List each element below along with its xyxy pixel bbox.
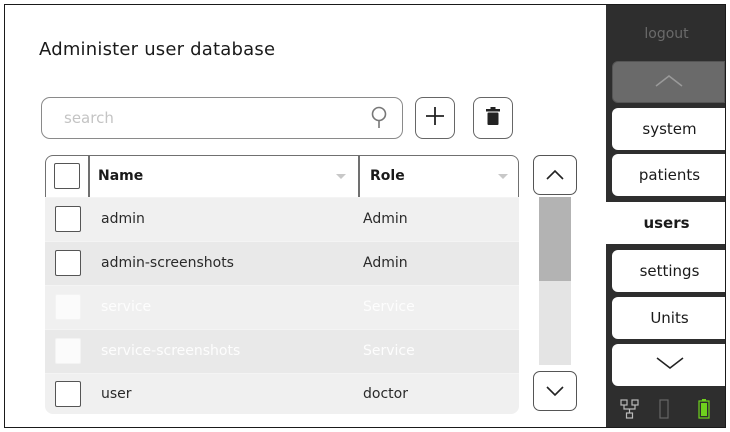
table-row: service Service <box>45 285 519 330</box>
user-name: admin-screenshots <box>101 255 234 271</box>
scroll-down-button[interactable] <box>533 371 577 411</box>
user-table: Name Role admin Admin admin-screenshots … <box>45 155 519 414</box>
delete-user-button[interactable] <box>473 97 513 139</box>
sidebar-item-patients[interactable]: patients <box>612 154 725 196</box>
sidebar: logout system patients users settings Un… <box>606 5 725 427</box>
search-input[interactable]: search <box>41 97 403 139</box>
user-role: Service <box>363 343 415 359</box>
chevron-up-icon <box>654 73 684 92</box>
sidebar-item-users[interactable]: users <box>606 202 725 244</box>
page-title: Administer user database <box>39 39 276 60</box>
column-header-name[interactable]: Name <box>98 168 143 184</box>
column-header-role[interactable]: Role <box>370 168 405 184</box>
row-checkbox <box>55 338 81 364</box>
sort-role-caret[interactable] <box>498 174 508 179</box>
row-checkbox[interactable] <box>55 206 81 232</box>
logout-button[interactable]: logout <box>606 26 725 42</box>
row-checkbox[interactable] <box>55 250 81 276</box>
trash-icon <box>486 107 500 129</box>
select-all-checkbox[interactable] <box>54 163 80 189</box>
user-name: user <box>101 386 132 402</box>
table-row: service-screenshots Service <box>45 329 519 374</box>
chevron-down-icon <box>545 382 565 401</box>
user-name: service-screenshots <box>101 343 241 359</box>
plus-icon <box>424 105 446 131</box>
battery-icon <box>698 399 710 423</box>
app-window: Administer user database search Name Rol… <box>4 4 726 428</box>
sidebar-scroll-up-button[interactable] <box>612 61 725 103</box>
table-row[interactable]: admin Admin <box>45 197 519 242</box>
scroll-thumb[interactable] <box>539 197 571 281</box>
search-placeholder: search <box>64 109 114 127</box>
table-header: Name Role <box>45 155 519 197</box>
table-row[interactable]: admin-screenshots Admin <box>45 241 519 286</box>
chevron-up-icon <box>545 166 565 185</box>
table-row[interactable]: user doctor <box>45 373 519 414</box>
sidebar-item-units[interactable]: Units <box>612 297 725 339</box>
user-role: Admin <box>363 211 408 227</box>
row-checkbox[interactable] <box>55 381 81 407</box>
chevron-down-icon <box>655 356 685 374</box>
row-checkbox <box>55 294 81 320</box>
table-scrollbar[interactable] <box>533 155 577 413</box>
user-role: doctor <box>363 386 408 402</box>
network-icon <box>620 399 640 423</box>
sort-name-caret[interactable] <box>336 174 346 179</box>
add-user-button[interactable] <box>415 97 455 139</box>
user-role: Service <box>363 299 415 315</box>
search-icon[interactable] <box>370 106 388 134</box>
sidebar-scroll-down-button[interactable] <box>612 344 725 386</box>
user-name: service <box>101 299 152 315</box>
device-icon <box>658 399 670 423</box>
sidebar-item-settings[interactable]: settings <box>612 250 725 292</box>
user-name: admin <box>101 211 145 227</box>
sidebar-item-system[interactable]: system <box>612 108 725 150</box>
user-role: Admin <box>363 255 408 271</box>
scroll-up-button[interactable] <box>533 155 577 195</box>
